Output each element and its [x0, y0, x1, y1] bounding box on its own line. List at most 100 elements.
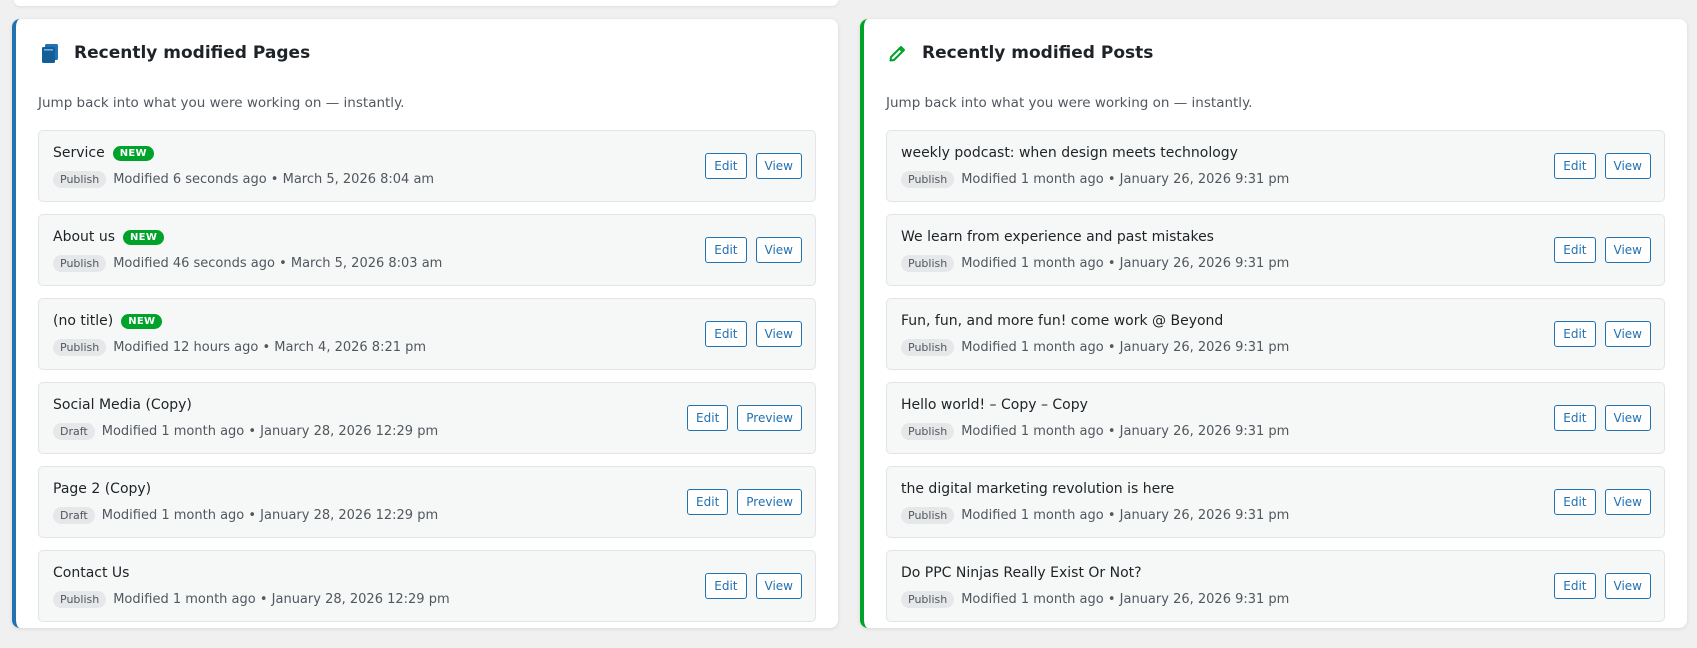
item-meta: Publish Modified 1 month ago • January 26…: [901, 591, 1289, 608]
item-actions: Edit View: [696, 573, 802, 599]
item-title-link[interactable]: We learn from experience and past mistak…: [901, 229, 1214, 245]
item-actions: Edit View: [1545, 237, 1651, 263]
list-item: We learn from experience and past mistak…: [886, 214, 1665, 286]
view-button[interactable]: View: [755, 573, 802, 599]
item-meta: Draft Modified 1 month ago • January 28, …: [53, 507, 438, 524]
panel-title: Recently modified Posts: [922, 43, 1154, 63]
new-badge: NEW: [123, 229, 165, 245]
modified-text: Modified 1 month ago • January 26, 2026 …: [961, 172, 1290, 187]
item-actions: Edit View: [696, 237, 802, 263]
view-button[interactable]: View: [755, 321, 802, 347]
edit-button[interactable]: Edit: [687, 489, 729, 515]
edit-button[interactable]: Edit: [705, 573, 747, 599]
item-title: the digital marketing revolution is here: [901, 481, 1174, 497]
item-meta: Publish Modified 1 month ago • January 26…: [901, 171, 1289, 188]
item-title-link[interactable]: Page 2 (Copy): [53, 481, 151, 497]
item-title: Fun, fun, and more fun! come work @ Beyo…: [901, 313, 1223, 329]
item-title-link[interactable]: Hello world! – Copy – Copy: [901, 397, 1088, 413]
new-badge: NEW: [112, 145, 154, 161]
item-title-link[interactable]: the digital marketing revolution is here: [901, 481, 1174, 497]
item-actions: Edit Preview: [678, 405, 802, 431]
status-badge: Publish: [901, 339, 955, 356]
preview-button[interactable]: Preview: [737, 405, 802, 431]
panel-header: Recently modified Pages: [40, 43, 310, 63]
view-button[interactable]: View: [755, 153, 802, 179]
list-item: (no title) NEW Publish Modified 12 hours ag…: [38, 298, 816, 370]
item-actions: Edit Preview: [678, 489, 802, 515]
view-button[interactable]: View: [1604, 489, 1651, 515]
status-badge: Publish: [901, 423, 955, 440]
item-title: Do PPC Ninjas Really Exist Or Not?: [901, 565, 1142, 581]
item-meta: Publish Modified 6 seconds ago • March 5,…: [53, 171, 434, 188]
status-badge: Publish: [901, 507, 955, 524]
list-item: Social Media (Copy) Draft Modified 1 month…: [38, 382, 816, 454]
edit-button[interactable]: Edit: [687, 405, 729, 431]
item-actions: Edit View: [1545, 153, 1651, 179]
item-actions: Edit View: [1545, 489, 1651, 515]
view-button[interactable]: View: [1604, 321, 1651, 347]
item-title-link[interactable]: About us: [53, 229, 115, 245]
modified-text: Modified 1 month ago • January 26, 2026 …: [961, 340, 1290, 355]
edit-button[interactable]: Edit: [1554, 237, 1596, 263]
edit-button[interactable]: Edit: [705, 321, 747, 347]
item-title: About us NEW: [53, 229, 165, 245]
item-actions: Edit View: [1545, 321, 1651, 347]
edit-button[interactable]: Edit: [705, 237, 747, 263]
item-actions: Edit View: [1545, 405, 1651, 431]
list-item: Page 2 (Copy) Draft Modified 1 month ago •…: [38, 466, 816, 538]
item-title-link[interactable]: Do PPC Ninjas Really Exist Or Not?: [901, 565, 1142, 581]
edit-button[interactable]: Edit: [1554, 321, 1596, 347]
item-title-link[interactable]: Social Media (Copy): [53, 397, 192, 413]
item-actions: Edit View: [1545, 573, 1651, 599]
panel-title: Recently modified Pages: [74, 43, 311, 63]
view-button[interactable]: View: [1604, 405, 1651, 431]
item-title: Hello world! – Copy – Copy: [901, 397, 1088, 413]
status-badge: Draft: [53, 507, 95, 524]
modified-text: Modified 1 month ago • January 26, 2026 …: [961, 256, 1290, 271]
edit-button[interactable]: Edit: [1554, 573, 1596, 599]
item-title-link[interactable]: Service: [53, 145, 105, 161]
edit-button[interactable]: Edit: [1554, 153, 1596, 179]
list-item: About us NEW Publish Modified 46 seconds ag…: [38, 214, 816, 286]
status-badge: Publish: [53, 339, 107, 356]
edit-button[interactable]: Edit: [705, 153, 747, 179]
item-title-link[interactable]: (no title): [53, 313, 113, 329]
status-badge: Publish: [901, 171, 955, 188]
status-badge: Draft: [53, 423, 95, 440]
item-actions: Edit View: [696, 153, 802, 179]
status-badge: Publish: [53, 171, 107, 188]
modified-text: Modified 1 month ago • January 26, 2026 …: [961, 508, 1290, 523]
item-title-link[interactable]: Contact Us: [53, 565, 129, 581]
view-button[interactable]: View: [755, 237, 802, 263]
list-item: Hello world! – Copy – Copy Publish Modifie…: [886, 382, 1665, 454]
list-item: Contact Us Publish Modified 1 month ago • …: [38, 550, 816, 622]
list-item: the digital marketing revolution is here…: [886, 466, 1665, 538]
item-meta: Publish Modified 1 month ago • January 28…: [53, 591, 450, 608]
item-title-link[interactable]: Fun, fun, and more fun! come work @ Beyo…: [901, 313, 1223, 329]
pages-list: Service NEW Publish Modified 6 seconds ago …: [38, 130, 816, 634]
new-badge: NEW: [121, 313, 163, 329]
item-title: Contact Us: [53, 565, 129, 581]
edit-button[interactable]: Edit: [1554, 489, 1596, 515]
item-title: Page 2 (Copy): [53, 481, 151, 497]
modified-text: Modified 12 hours ago • March 4, 2026 8:…: [113, 340, 427, 355]
posts-list: weekly podcast: when design meets techno…: [886, 130, 1665, 634]
modified-text: Modified 46 seconds ago • March 5, 2026 …: [113, 256, 443, 271]
edit-button[interactable]: Edit: [1554, 405, 1596, 431]
item-meta: Publish Modified 12 hours ago • March 4, …: [53, 339, 426, 356]
panel-subtitle: Jump back into what you were working on …: [38, 95, 405, 111]
book-icon: [40, 43, 60, 63]
view-button[interactable]: View: [1604, 237, 1651, 263]
item-meta: Publish Modified 1 month ago • January 26…: [901, 255, 1289, 272]
modified-text: Modified 1 month ago • January 28, 2026 …: [101, 424, 439, 439]
preview-button[interactable]: Preview: [737, 489, 802, 515]
list-item: Fun, fun, and more fun! come work @ Beyo…: [886, 298, 1665, 370]
item-title: Service NEW: [53, 145, 154, 161]
item-meta: Publish Modified 46 seconds ago • March 5…: [53, 255, 442, 272]
status-badge: Publish: [53, 591, 107, 608]
panel-header: Recently modified Posts: [888, 43, 1153, 63]
item-title-link[interactable]: weekly podcast: when design meets techno…: [901, 145, 1238, 161]
status-badge: Publish: [53, 255, 107, 272]
view-button[interactable]: View: [1604, 573, 1651, 599]
view-button[interactable]: View: [1604, 153, 1651, 179]
